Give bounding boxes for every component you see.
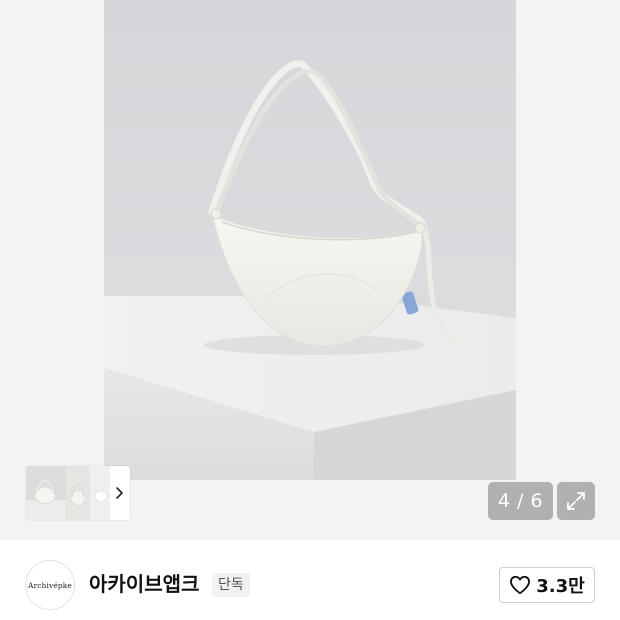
- like-button[interactable]: 3.3만: [499, 567, 595, 603]
- brand-logo[interactable]: Archivépke: [25, 560, 75, 610]
- thumbnail-1[interactable]: [26, 466, 66, 520]
- image-page-counter: 4 / 6: [488, 482, 553, 520]
- bag-photo-illustration: [104, 0, 516, 480]
- product-photo[interactable]: [104, 0, 516, 480]
- expand-icon: [567, 492, 585, 510]
- expand-image-button[interactable]: [557, 482, 595, 520]
- thumbnail-strip: [26, 466, 130, 520]
- brand-bar: Archivépke 아카이브앱크 단독 3.3만: [0, 540, 620, 620]
- brand-name[interactable]: 아카이브앱크: [89, 570, 199, 598]
- like-count: 3.3만: [536, 576, 585, 597]
- thumbnail-next-button[interactable]: [110, 466, 128, 520]
- exclusive-badge: 단독: [212, 573, 250, 597]
- thumbnail-3[interactable]: [90, 466, 112, 520]
- thumbnail-2[interactable]: [66, 466, 90, 520]
- product-image-gallery[interactable]: 4 / 6: [0, 0, 620, 540]
- brand-logo-text: Archivépke: [28, 580, 72, 590]
- heart-outline-icon: [510, 575, 531, 595]
- chevron-right-icon: [116, 487, 123, 499]
